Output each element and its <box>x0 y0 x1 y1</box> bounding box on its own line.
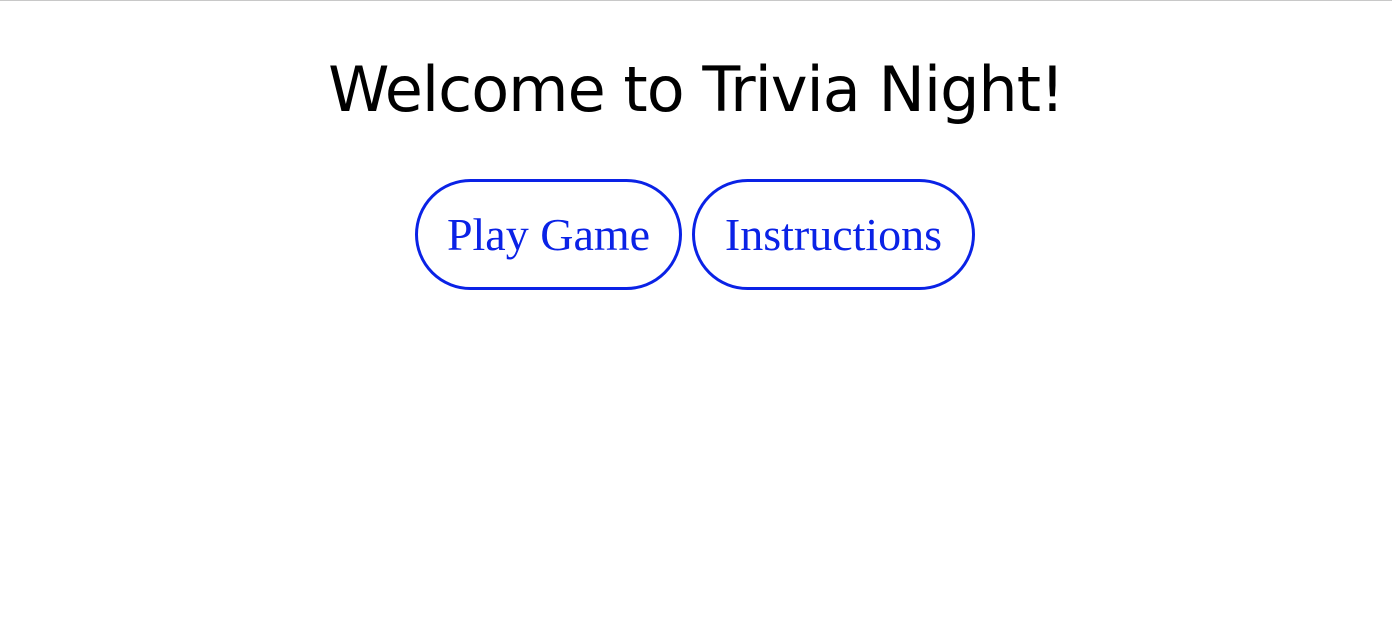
menu-button-group: Play Game Instructions <box>0 179 1392 290</box>
instructions-button[interactable]: Instructions <box>692 179 975 290</box>
page-title: Welcome to Trivia Night! <box>328 53 1065 126</box>
play-game-button[interactable]: Play Game <box>415 179 682 290</box>
trivia-home-page: Welcome to Trivia Night! Play Game Instr… <box>0 0 1392 618</box>
